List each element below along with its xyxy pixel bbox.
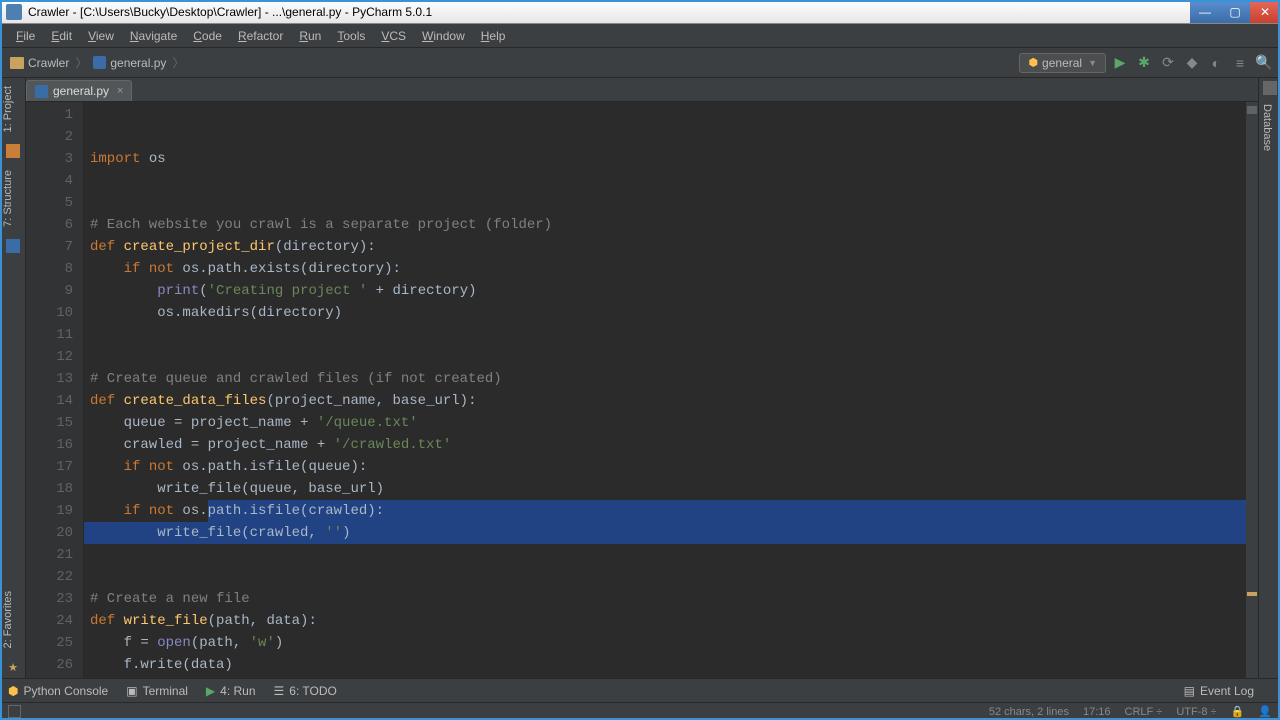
stop-button[interactable]: ◆: [1182, 53, 1202, 73]
breadcrumb-file[interactable]: general.py: [89, 56, 170, 70]
code-editor[interactable]: 1234567891011121314151617181920212223242…: [26, 102, 1258, 678]
code-line[interactable]: [84, 324, 1258, 346]
editor-scrollbar[interactable]: [1246, 102, 1258, 678]
code-line[interactable]: def create_project_dir(directory):: [84, 236, 1258, 258]
menu-help[interactable]: Help: [473, 24, 514, 48]
menu-bar: FileEditViewNavigateCodeRefactorRunTools…: [0, 24, 1280, 48]
debug-button[interactable]: ✱: [1134, 53, 1154, 73]
status-bar: 52 chars, 2 lines 17:16 CRLF ÷ UTF-8 ÷ 🔒…: [0, 702, 1280, 720]
chevron-down-icon: ▼: [1088, 58, 1097, 68]
window-titlebar: Crawler - [C:\Users\Bucky\Desktop\Crawle…: [0, 0, 1280, 24]
code-line[interactable]: if not os.path.isfile(crawled):: [84, 500, 1258, 522]
code-line[interactable]: [84, 544, 1258, 566]
tool-icon[interactable]: [1259, 78, 1280, 98]
window-title: Crawler - [C:\Users\Bucky\Desktop\Crawle…: [28, 5, 1190, 19]
code-line[interactable]: write_file(queue, base_url): [84, 478, 1258, 500]
run-configuration-selector[interactable]: ⬢ general ▼: [1019, 53, 1106, 73]
code-line[interactable]: [84, 346, 1258, 368]
code-line[interactable]: [84, 170, 1258, 192]
favorites-tool-tab[interactable]: 2: Favorites: [0, 583, 16, 656]
status-caret-position[interactable]: 17:16: [1083, 706, 1111, 718]
tool-icon[interactable]: [0, 140, 25, 162]
close-tab-icon[interactable]: ×: [117, 85, 123, 97]
app-icon: [6, 4, 22, 20]
todo-icon: ☰: [274, 684, 285, 698]
code-line[interactable]: if not os.path.isfile(queue):: [84, 456, 1258, 478]
breadcrumb-project[interactable]: Crawler: [6, 56, 73, 70]
menu-refactor[interactable]: Refactor: [230, 24, 291, 48]
play-icon: ▶: [206, 684, 215, 698]
python-console-tab[interactable]: ⬢Python Console: [8, 684, 108, 698]
window-minimize-button[interactable]: —: [1190, 0, 1220, 23]
code-line[interactable]: f = open(path, 'w'): [84, 632, 1258, 654]
menu-view[interactable]: View: [80, 24, 122, 48]
code-line[interactable]: crawled = project_name + '/crawled.txt': [84, 434, 1258, 456]
run-button[interactable]: ▶: [1110, 53, 1130, 73]
menu-code[interactable]: Code: [185, 24, 230, 48]
settings-button[interactable]: ≡: [1230, 53, 1250, 73]
folder-icon: [10, 57, 24, 69]
project-tool-tab[interactable]: 1: Project: [0, 78, 16, 140]
editor-tabs: general.py ×: [0, 78, 1280, 102]
code-line[interactable]: write_file(crawled, ''): [84, 522, 1258, 544]
code-line[interactable]: # Create a new file: [84, 588, 1258, 610]
structure-tool-tab[interactable]: 7: Structure: [0, 162, 16, 235]
menu-vcs[interactable]: VCS: [373, 24, 414, 48]
log-icon: ▤: [1184, 684, 1195, 698]
code-line[interactable]: f.write(data): [84, 654, 1258, 676]
menu-window[interactable]: Window: [414, 24, 473, 48]
code-line[interactable]: os.makedirs(directory): [84, 302, 1258, 324]
terminal-icon: ▣: [126, 684, 137, 698]
menu-run[interactable]: Run: [291, 24, 329, 48]
code-line[interactable]: [84, 192, 1258, 214]
python-icon: ⬢: [8, 684, 18, 698]
code-line[interactable]: print('Creating project ' + directory): [84, 280, 1258, 302]
code-line[interactable]: def write_file(path, data):: [84, 610, 1258, 632]
status-encoding[interactable]: UTF-8 ÷: [1176, 706, 1216, 718]
inspector-icon[interactable]: 👤: [1258, 705, 1272, 718]
todo-tab[interactable]: ☰6: TODO: [274, 684, 337, 698]
breadcrumb-separator: 〉: [170, 54, 186, 71]
line-number-gutter[interactable]: 1234567891011121314151617181920212223242…: [26, 102, 84, 678]
event-log-tab[interactable]: ▤Event Log: [1184, 684, 1254, 698]
menu-tools[interactable]: Tools: [329, 24, 373, 48]
code-line[interactable]: queue = project_name + '/queue.txt': [84, 412, 1258, 434]
tool-icon[interactable]: [0, 235, 25, 257]
menu-edit[interactable]: Edit: [43, 24, 80, 48]
run-tab[interactable]: ▶4: Run: [206, 684, 256, 698]
status-indicator[interactable]: [8, 705, 21, 718]
favorites-icon[interactable]: ★: [0, 656, 26, 678]
status-line-separator[interactable]: CRLF ÷: [1125, 706, 1163, 718]
code-line[interactable]: # Each website you crawl is a separate p…: [84, 214, 1258, 236]
python-file-icon: [35, 85, 48, 98]
window-maximize-button[interactable]: ▢: [1220, 0, 1250, 23]
menu-file[interactable]: File: [8, 24, 43, 48]
window-close-button[interactable]: ✕: [1250, 0, 1280, 23]
menu-navigate[interactable]: Navigate: [122, 24, 185, 48]
coverage-button[interactable]: ⟳: [1158, 53, 1178, 73]
python-file-icon: [93, 56, 106, 69]
search-everywhere-button[interactable]: 🔍: [1254, 53, 1274, 73]
database-tool-tab[interactable]: Database: [1259, 98, 1275, 157]
update-button[interactable]: ◐: [1206, 53, 1226, 73]
navigation-bar: Crawler 〉 general.py 〉 ⬢ general ▼ ▶ ✱ ⟳…: [0, 48, 1280, 78]
code-line[interactable]: import os: [84, 148, 1258, 170]
code-line[interactable]: [84, 566, 1258, 588]
code-line[interactable]: # Create queue and crawled files (if not…: [84, 368, 1258, 390]
code-line[interactable]: if not os.path.exists(directory):: [84, 258, 1258, 280]
python-icon: ⬢: [1028, 56, 1038, 69]
breadcrumb-separator: 〉: [73, 54, 89, 71]
terminal-tab[interactable]: ▣Terminal: [126, 684, 188, 698]
lock-icon[interactable]: 🔒: [1231, 705, 1245, 718]
code-area[interactable]: import os # Each website you crawl is a …: [84, 102, 1258, 678]
code-line[interactable]: def create_data_files(project_name, base…: [84, 390, 1258, 412]
bottom-tool-bar: ⬢Python Console ▣Terminal ▶4: Run ☰6: TO…: [0, 678, 1280, 702]
status-selection: 52 chars, 2 lines: [989, 706, 1069, 718]
editor-tab-general[interactable]: general.py ×: [26, 80, 132, 101]
right-tool-strip: Database: [1258, 78, 1280, 696]
